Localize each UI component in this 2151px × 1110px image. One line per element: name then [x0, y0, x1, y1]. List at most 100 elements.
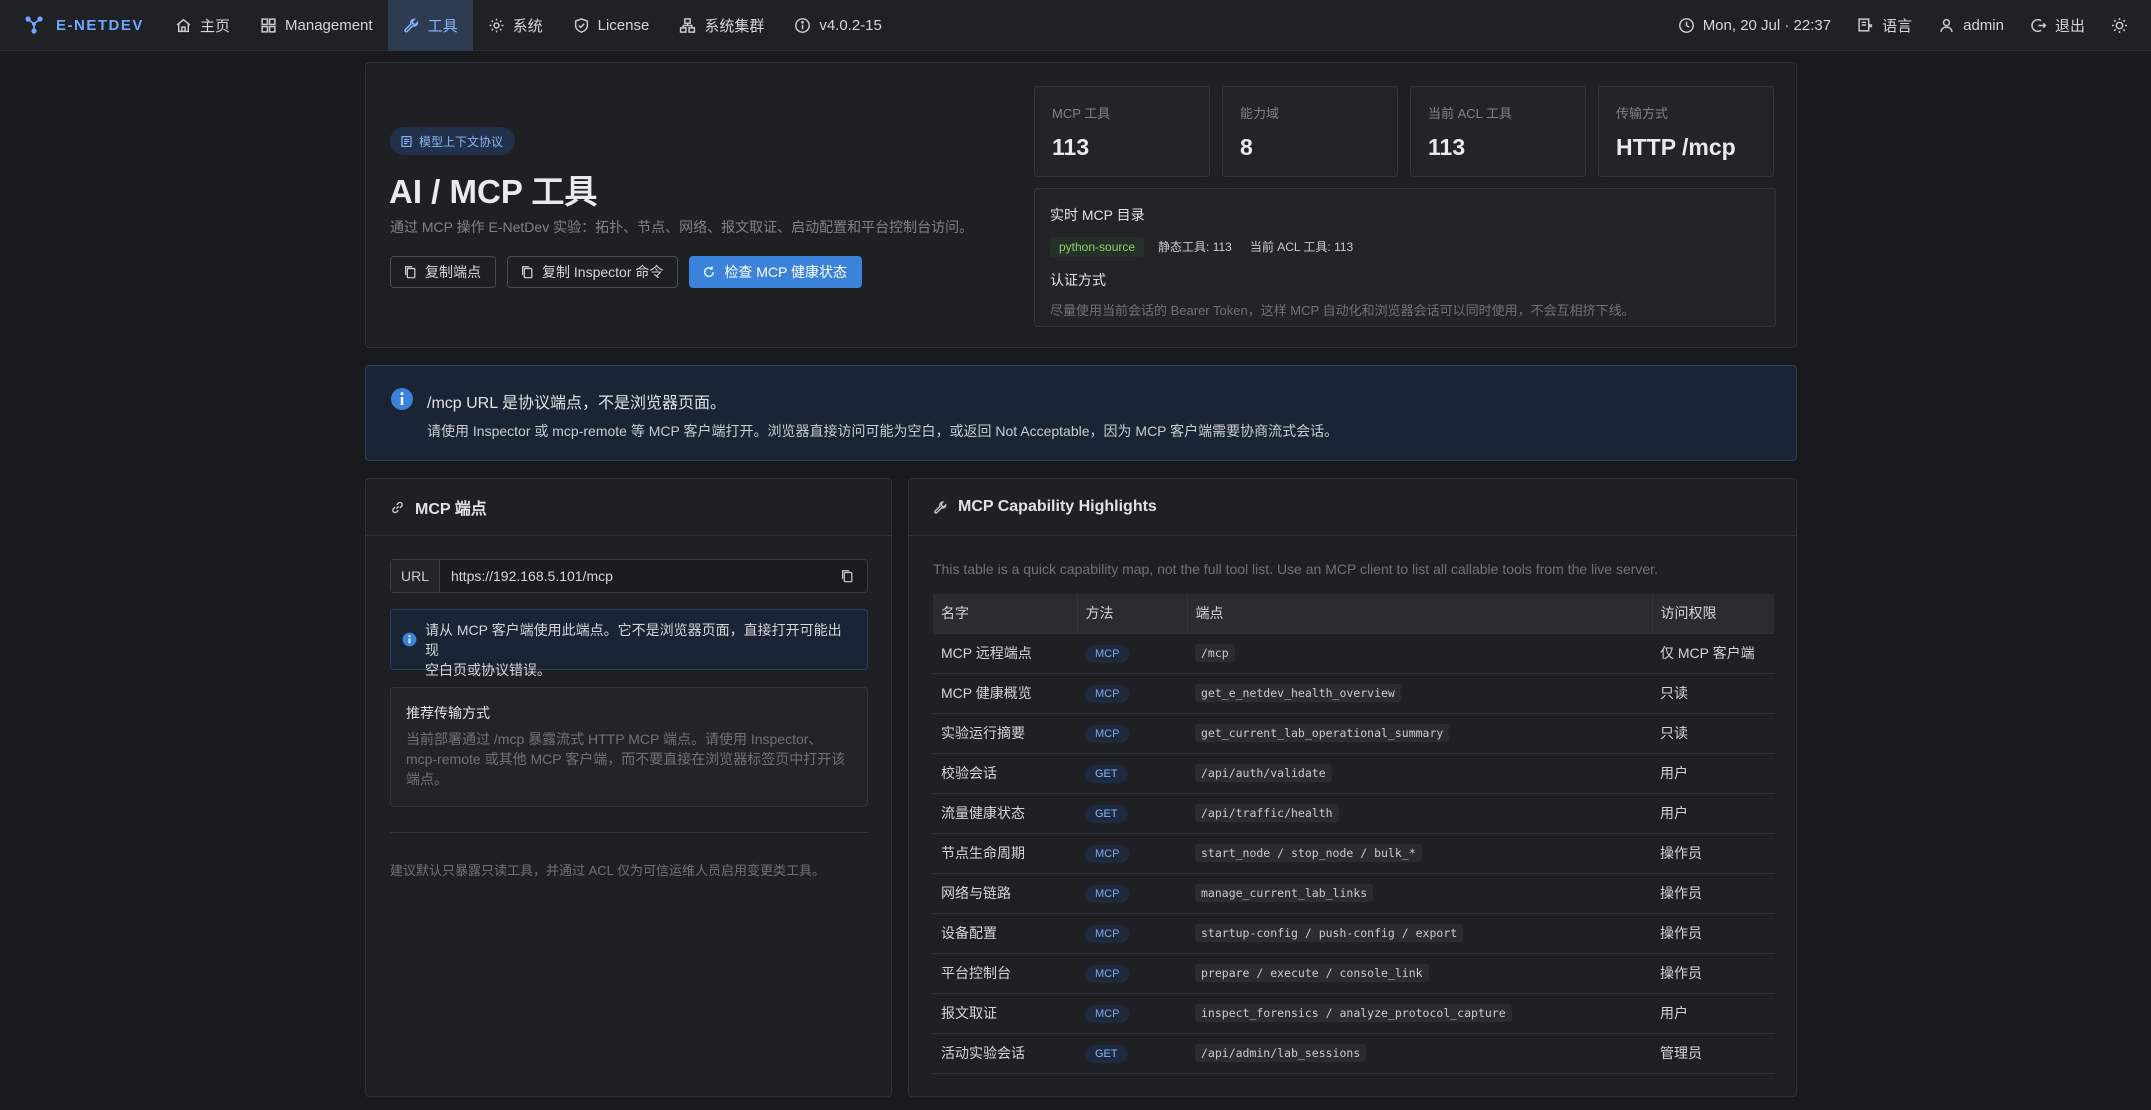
cell-method: MCP: [1077, 712, 1187, 753]
cell-method: MCP: [1077, 672, 1187, 713]
table-row: MCP 健康概览 MCP get_e_netdev_health_overview 只…: [933, 672, 1774, 713]
stat-card-domains: 能力域 8: [1222, 86, 1398, 177]
endpoint-code: /mcp: [1195, 644, 1235, 662]
nav-item-home[interactable]: 主页: [160, 0, 245, 51]
acl-tools-count: 当前 ACL 工具: 113: [1249, 240, 1354, 254]
hero-panel: 模型上下文协议 AI / MCP 工具 通过 MCP 操作 E-NetDev 实…: [365, 62, 1797, 348]
cell-access: 操作员: [1652, 952, 1774, 993]
wrench-icon: [403, 18, 418, 32]
button-label: 复制 Inspector 命令: [542, 264, 664, 280]
cell-access: 管理员: [1652, 1032, 1774, 1074]
stat-card-transport: 传输方式 HTTP /mcp: [1598, 86, 1774, 177]
theme-toggle[interactable]: [2098, 17, 2141, 34]
column-header: 名字: [933, 594, 1078, 633]
copy-inspector-command-button[interactable]: 复制 Inspector 命令: [507, 256, 679, 288]
cell-method: MCP: [1077, 992, 1187, 1033]
method-badge: MCP: [1085, 964, 1130, 983]
link-icon: [392, 501, 403, 513]
user-menu[interactable]: admin: [1925, 17, 2017, 34]
brand[interactable]: E-NETDEV: [0, 15, 160, 35]
cluster-icon: [680, 17, 696, 33]
cell-name: 活动实验会话: [933, 1032, 1077, 1074]
static-tools-count: 静态工具: 113: [1158, 240, 1232, 254]
pill-label: 模型上下文协议: [419, 134, 504, 149]
button-label: 检查 MCP 健康状态: [724, 264, 848, 280]
check-health-button[interactable]: 检查 MCP 健康状态: [689, 256, 863, 288]
panel-title: MCP 端点: [415, 501, 487, 518]
table-row: 实验运行摘要 MCP get_current_lab_operational_sum…: [933, 712, 1774, 753]
home-icon: [176, 18, 191, 32]
method-badge: MCP: [1085, 884, 1130, 903]
capability-description: This table is a quick capability map, no…: [933, 561, 1658, 577]
table-row: 设备配置 MCP startup-config / push-config / ex…: [933, 912, 1774, 953]
cell-endpoint: inspect_forensics / analyze_protocol_cap…: [1187, 992, 1652, 1033]
cell-method: MCP: [1077, 912, 1187, 953]
endpoint-panel: MCP 端点 URL 请从 MCP 客户端使用此端点。它不是浏览器页面，直接打开…: [365, 478, 892, 1097]
table-row: 平台控制台 MCP prepare / execute / console_link…: [933, 952, 1774, 993]
endpoint-code: get_e_netdev_health_overview: [1195, 684, 1401, 702]
cell-access: 仅 MCP 客户端: [1652, 632, 1774, 673]
cell-method: MCP: [1077, 632, 1187, 673]
method-badge: GET: [1085, 1044, 1128, 1063]
nav-label: 系统: [512, 17, 543, 35]
banner-text: 请使用 Inspector 或 mcp-remote 等 MCP 客户端打开。浏…: [427, 423, 1339, 439]
copy-url-button[interactable]: [827, 569, 867, 583]
cell-access: 操作员: [1652, 912, 1774, 953]
user-icon: [1940, 18, 1953, 32]
recommended-transport-card: 推荐传输方式 当前部署通过 /mcp 暴露流式 HTTP MCP 端点。请使用 …: [390, 687, 868, 807]
table-row: 活动实验会话 GET/api/admin/lab_sessions 管理员: [933, 1032, 1774, 1074]
cell-endpoint: get_current_lab_operational_summary: [1187, 712, 1652, 753]
method-badge: MCP: [1085, 1004, 1130, 1023]
cell-method: MCP: [1077, 832, 1187, 873]
panel-title: MCP Capability Highlights: [958, 498, 1157, 515]
rec-line: 当前部署通过 /mcp 暴露流式 HTTP MCP 端点。请使用 Inspect…: [406, 731, 823, 747]
cell-endpoint: start_node / stop_node / bulk_*: [1187, 832, 1652, 873]
source-tag: python-source: [1050, 236, 1145, 257]
table-row: 校验会话 GET/api/auth/validate 用户: [933, 752, 1774, 793]
cell-endpoint: startup-config / push-config / export: [1187, 912, 1652, 953]
copy-icon: [522, 266, 533, 279]
url-input-group: URL: [390, 559, 868, 593]
alert-line: 请从 MCP 客户端使用此端点。它不是浏览器页面，直接打开可能出现: [425, 622, 842, 658]
copy-icon: [405, 266, 416, 279]
logout-button[interactable]: 退出: [2017, 15, 2098, 36]
button-label: 复制端点: [425, 264, 481, 280]
url-field[interactable]: [440, 568, 827, 584]
nav-item-version[interactable]: v4.0.2-15: [779, 0, 897, 51]
cell-method: GET: [1077, 792, 1187, 833]
nav-item-system[interactable]: 系统: [473, 0, 558, 51]
document-icon: [401, 135, 412, 147]
logout-icon: [2031, 18, 2047, 32]
cell-access: 只读: [1652, 712, 1774, 753]
cell-endpoint: get_e_netdev_health_overview: [1187, 672, 1652, 713]
cell-name: 网络与链路: [933, 872, 1077, 913]
language-icon: [1858, 17, 1873, 32]
nav-label: v4.0.2-15: [819, 16, 882, 34]
top-navbar: E-NETDEV 主页 Management 工具 系统 License 系统集…: [0, 0, 2151, 51]
nav-label: 工具: [427, 17, 458, 35]
nav-item-license[interactable]: License: [558, 0, 665, 51]
language-menu[interactable]: 语言: [1844, 15, 1925, 36]
cell-name: 实验运行摘要: [933, 712, 1077, 753]
cell-access: 用户: [1652, 752, 1774, 793]
cell-access: 只读: [1652, 672, 1774, 713]
stat-label: 传输方式: [1616, 106, 1669, 121]
copy-endpoint-button[interactable]: 复制端点: [390, 256, 496, 288]
method-badge: MCP: [1085, 724, 1130, 743]
cell-name: MCP 远程端点: [933, 632, 1077, 673]
endpoint-code: manage_current_lab_links: [1195, 884, 1374, 902]
nav-item-tools[interactable]: 工具: [387, 0, 473, 51]
wrench-icon: [934, 500, 947, 514]
stat-card-acl-tools: 当前 ACL 工具 113: [1410, 86, 1586, 177]
nav-label: Management: [285, 16, 373, 34]
nav-item-cluster[interactable]: 系统集群: [664, 0, 779, 51]
protocol-pill: 模型上下文协议: [390, 127, 516, 155]
cell-name: MCP 健康概览: [933, 672, 1077, 713]
cell-endpoint: /api/auth/validate: [1187, 752, 1652, 793]
catalog-title: 实时 MCP 目录: [1050, 207, 1145, 223]
nav-item-management[interactable]: Management: [245, 0, 388, 51]
panel-header: MCP Capability Highlights: [909, 479, 1796, 536]
security-note: 建议默认只暴露只读工具，并通过 ACL 仅为可信运维人员启用变更类工具。: [390, 863, 826, 878]
table-row: 流量健康状态 GET/api/traffic/health 用户: [933, 792, 1774, 833]
method-badge: GET: [1085, 764, 1128, 783]
